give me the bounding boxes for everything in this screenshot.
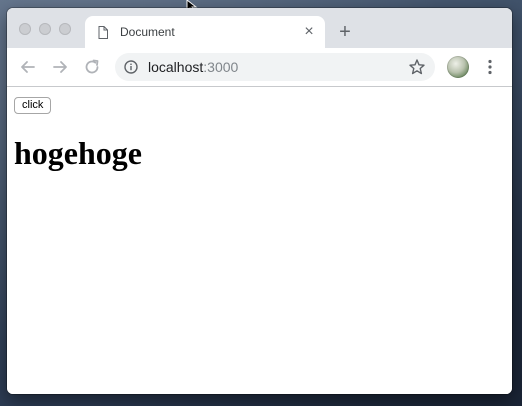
tab-close-icon[interactable]: × — [301, 24, 317, 40]
click-button[interactable]: click — [14, 97, 52, 114]
tab-title: Document — [120, 25, 175, 39]
tab-document[interactable]: Document × — [85, 16, 325, 48]
url-host: localhost — [148, 59, 204, 75]
window-close-button[interactable] — [19, 23, 31, 35]
browser-toolbar: localhost:3000 — [7, 48, 512, 87]
page-content: click hogehoge — [7, 87, 512, 394]
tab-strip: Document × + — [7, 8, 512, 48]
profile-avatar[interactable] — [447, 56, 469, 78]
back-arrow-icon[interactable] — [18, 57, 38, 77]
info-icon[interactable] — [124, 60, 138, 74]
bookmark-star-icon[interactable] — [408, 58, 426, 76]
url-port: :3000 — [203, 59, 239, 75]
window-maximize-button[interactable] — [59, 23, 71, 35]
new-tab-button[interactable]: + — [335, 22, 355, 42]
forward-arrow-icon[interactable] — [50, 57, 70, 77]
url-text[interactable]: localhost:3000 — [148, 59, 238, 75]
address-bar[interactable]: localhost:3000 — [115, 53, 435, 81]
kebab-menu-icon[interactable] — [481, 58, 499, 76]
page-icon — [98, 26, 108, 39]
reload-icon[interactable] — [82, 57, 102, 77]
window-minimize-button[interactable] — [39, 23, 51, 35]
browser-window: Document × + localhost:3000 click hogeho… — [7, 8, 512, 394]
page-heading: hogehoge — [14, 135, 142, 171]
